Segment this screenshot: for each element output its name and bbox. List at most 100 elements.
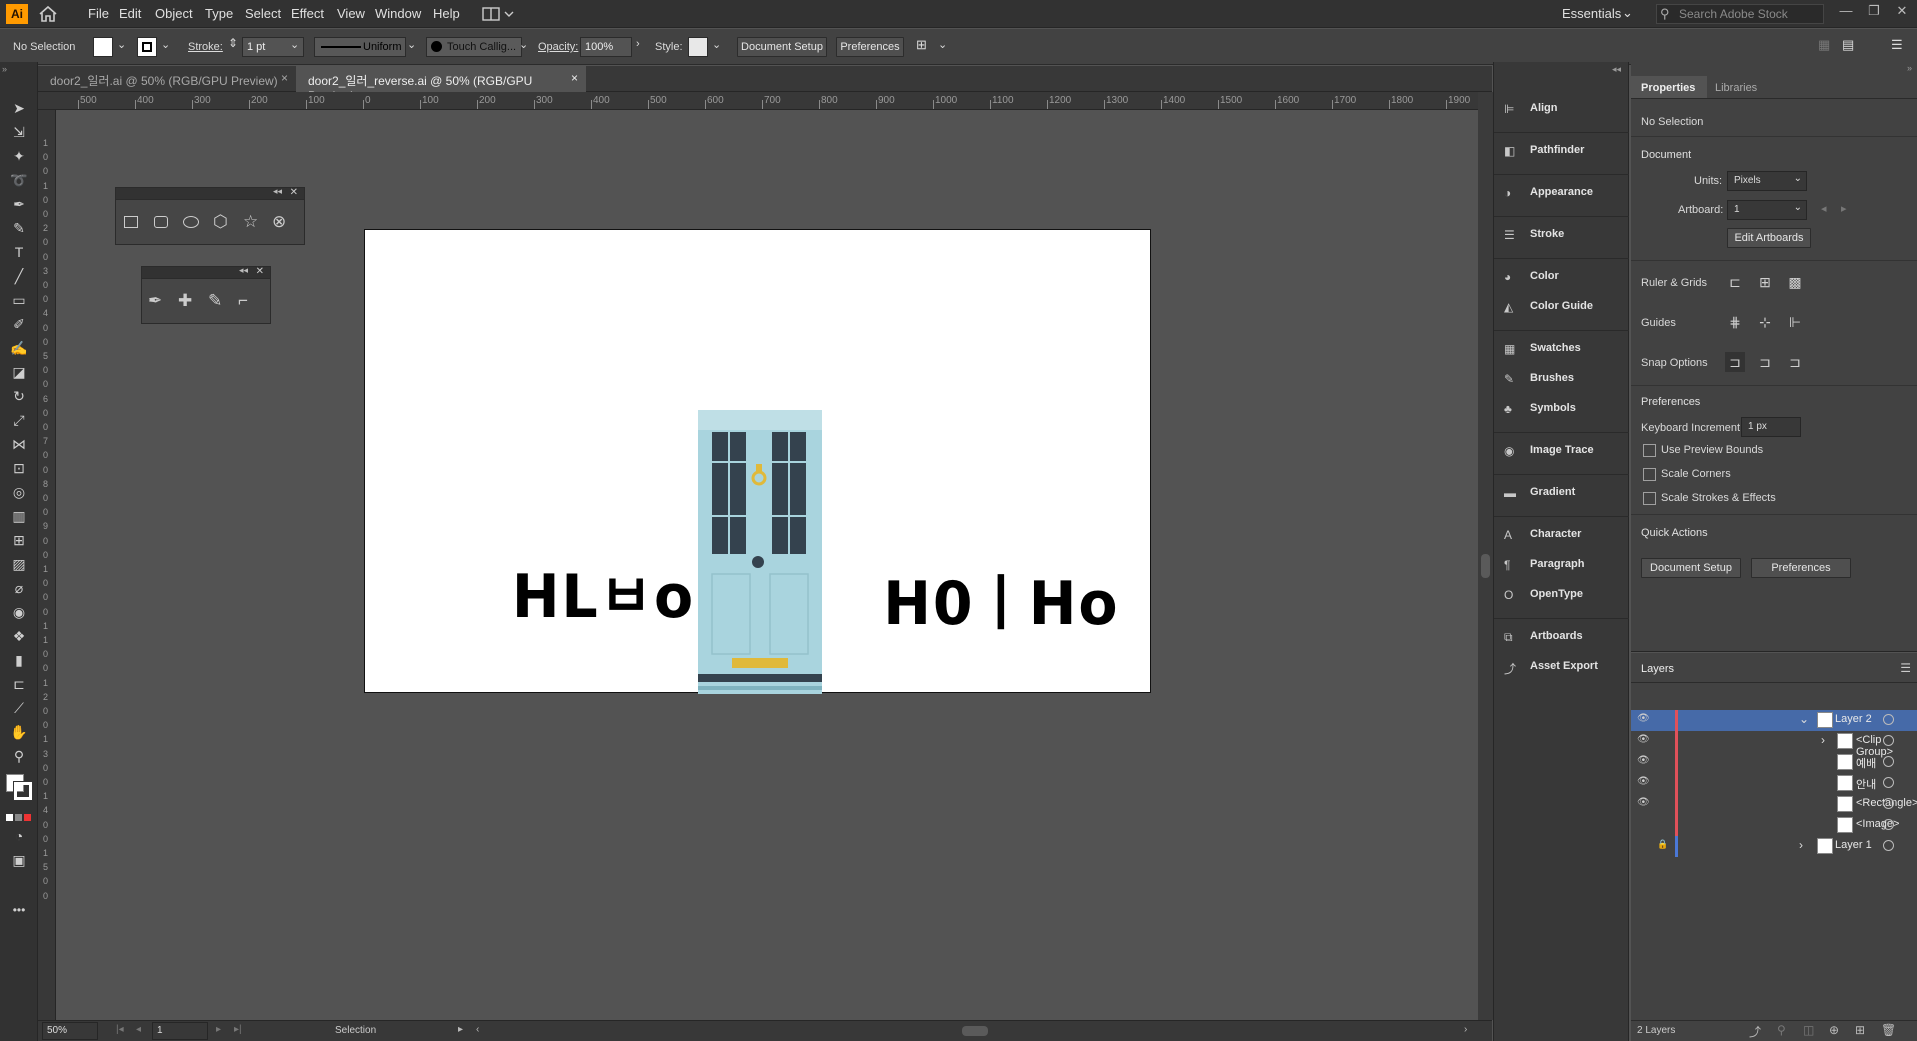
slice-tool-icon[interactable]: ⟋ (8, 698, 30, 718)
scroll-left-icon[interactable]: ‹ (476, 1024, 479, 1035)
panel-color-guide[interactable]: ◭ Color Guide (1504, 298, 1624, 320)
layer-name[interactable]: Layer 1 (1835, 839, 1872, 851)
panel-paragraph[interactable]: ¶ Paragraph (1504, 556, 1624, 578)
stroke-chevron-icon[interactable]: ⌄ (161, 38, 170, 51)
panel-layout-icon[interactable]: ▤ (1842, 37, 1854, 53)
next-artboard-icon[interactable]: ▸ (1841, 202, 1847, 215)
curvature-tool-icon[interactable]: ✎ (8, 218, 30, 238)
magic-wand-tool-icon[interactable]: ✦ (8, 146, 30, 166)
opacity-label[interactable]: Opacity: (538, 41, 578, 53)
layer-name[interactable]: 안내 (1856, 776, 1876, 792)
panel-brushes[interactable]: ✎ Brushes (1504, 370, 1624, 392)
stroke-color-icon[interactable] (13, 781, 33, 801)
target-icon[interactable] (1883, 777, 1894, 788)
chevron-down-icon[interactable]: ⌄ (712, 38, 721, 51)
artboard[interactable]: HLㅂo H0ㅣHo (364, 229, 1151, 694)
menu-view[interactable]: View (337, 6, 365, 21)
eraser-tool-icon[interactable]: ◪ (8, 362, 30, 382)
close-panel-icon[interactable]: ✕ (256, 266, 264, 277)
smart-guides-icon[interactable]: ⊹ (1755, 312, 1775, 332)
line-segment-tool-icon[interactable]: ╱ (8, 266, 30, 286)
next-artboard-icon[interactable]: ▸ (216, 1024, 221, 1035)
direct-selection-tool-icon[interactable]: ⇲ (8, 122, 30, 142)
panel-color[interactable]: ◕ Color (1504, 268, 1624, 290)
preferences-button[interactable]: Preferences (836, 37, 904, 57)
tab-door2-reverse[interactable]: door2_일러_reverse.ai @ 50% (RGB/GPU Previ… (296, 66, 586, 103)
tab-properties[interactable]: Properties (1631, 76, 1707, 98)
layer-row[interactable]: 👁 안내 (1631, 773, 1917, 794)
panel-stroke[interactable]: ☰ Stroke (1504, 226, 1624, 248)
visibility-eye-icon[interactable]: 👁 (1637, 776, 1653, 790)
rotate-tool-icon[interactable]: ↻ (8, 386, 30, 406)
panel-opentype[interactable]: O OpenType (1504, 586, 1624, 608)
panel-menu-icon[interactable]: ☰ (1891, 37, 1903, 53)
pen-icon[interactable]: ✒ (148, 291, 162, 311)
lasso-tool-icon[interactable]: ➰ (8, 170, 30, 190)
menu-select[interactable]: Select (245, 6, 281, 21)
scroll-thumb[interactable] (1481, 554, 1490, 578)
expand-toggle-icon[interactable]: › (1799, 838, 1803, 852)
document-setup-button[interactable]: Document Setup (737, 37, 827, 57)
keyboard-increment-input[interactable]: 1 px (1741, 417, 1801, 437)
lock-guides-icon[interactable]: ⊩ (1785, 312, 1805, 332)
edit-toolbar-icon[interactable]: ••• (8, 900, 30, 920)
close-window-icon[interactable]: ✕ (1892, 3, 1912, 23)
target-icon[interactable] (1883, 840, 1894, 851)
qa-document-setup-button[interactable]: Document Setup (1641, 558, 1741, 578)
symbol-sprayer-tool-icon[interactable]: ❖ (8, 626, 30, 646)
arrange-documents-icon[interactable] (482, 6, 516, 22)
scroll-right-icon[interactable]: › (1464, 1024, 1467, 1035)
first-artboard-icon[interactable]: |◂ (116, 1024, 124, 1035)
delete-layer-icon[interactable]: 🗑 (1881, 1023, 1896, 1037)
panel-image-trace[interactable]: ◉ Image Trace (1504, 442, 1624, 464)
layer-row[interactable]: 👁 <Rectangle> (1631, 794, 1917, 815)
zoom-tool-icon[interactable]: ⚲ (8, 746, 30, 766)
layers-title[interactable]: Layers (1641, 663, 1674, 675)
selection-tool-icon[interactable]: ➤ (8, 98, 30, 118)
target-icon[interactable] (1883, 798, 1894, 809)
panel-header[interactable]: ◂◂ ✕ (142, 265, 270, 279)
graphic-style-swatch[interactable] (688, 37, 708, 57)
panel-artboards[interactable]: ⧉ Artboards (1504, 628, 1624, 650)
snap-to-point-icon[interactable]: ⊐ (1725, 352, 1745, 372)
close-panel-icon[interactable]: ✕ (290, 187, 298, 198)
chevron-down-icon[interactable]: ⌄ (407, 38, 416, 51)
ruler-icon[interactable]: ⊏ (1725, 272, 1745, 292)
close-tab-icon[interactable]: × (281, 71, 288, 85)
shaper-tool-icon[interactable]: ✍ (8, 338, 30, 358)
arrange-icon[interactable]: ▦ (1818, 37, 1830, 53)
clipping-mask-icon[interactable]: ◫ (1803, 1023, 1814, 1037)
fill-swatch[interactable] (93, 37, 113, 57)
shape-builder-tool-icon[interactable]: ◎ (8, 482, 30, 502)
units-dropdown[interactable]: Pixels ⌄ (1727, 171, 1807, 191)
edit-artboards-button[interactable]: Edit Artboards (1727, 228, 1811, 248)
add-anchor-icon[interactable]: ✚ (178, 291, 192, 311)
layer-row[interactable]: 🔒 › Layer 1 (1631, 836, 1917, 857)
chevron-down-icon[interactable]: ⌄ (938, 38, 947, 51)
search-stock-input[interactable]: Search Adobe Stock (1656, 4, 1824, 24)
snap-to-pixel-icon[interactable]: ⊐ (1785, 352, 1805, 372)
scale-strokes-checkbox[interactable] (1643, 492, 1656, 505)
paintbrush-tool-icon[interactable]: ✐ (8, 314, 30, 334)
collapse-icon[interactable]: ◂◂ (273, 186, 282, 197)
panel-menu-icon[interactable]: ☰ (1900, 661, 1911, 675)
target-icon[interactable] (1883, 756, 1894, 767)
menu-file[interactable]: File (88, 6, 109, 21)
layer-name[interactable]: Layer 2 (1835, 713, 1872, 725)
star-icon[interactable]: ☆ (243, 212, 258, 232)
grid-icon[interactable]: ⊞ (1755, 272, 1775, 292)
new-layer-icon[interactable]: ⊞ (1855, 1023, 1865, 1037)
pen-tool-icon[interactable]: ✒ (8, 194, 30, 214)
brush-definition[interactable]: Touch Callig... (426, 37, 522, 57)
rounded-rect-icon[interactable] (154, 216, 168, 228)
show-guides-icon[interactable]: ⋕ (1725, 312, 1745, 332)
opacity-input[interactable]: 100% (580, 37, 632, 57)
menu-type[interactable]: Type (205, 6, 233, 21)
door-image[interactable] (698, 410, 822, 694)
minimize-icon[interactable]: — (1836, 3, 1856, 23)
menu-effect[interactable]: Effect (291, 6, 324, 21)
layer-row[interactable]: 👁 ⌄ Layer 2 (1631, 710, 1917, 731)
artboard-dropdown[interactable]: 1 ⌄ (1727, 200, 1807, 220)
locate-object-icon[interactable]: ⚲ (1777, 1023, 1786, 1037)
layer-row[interactable]: <Image> (1631, 815, 1917, 836)
